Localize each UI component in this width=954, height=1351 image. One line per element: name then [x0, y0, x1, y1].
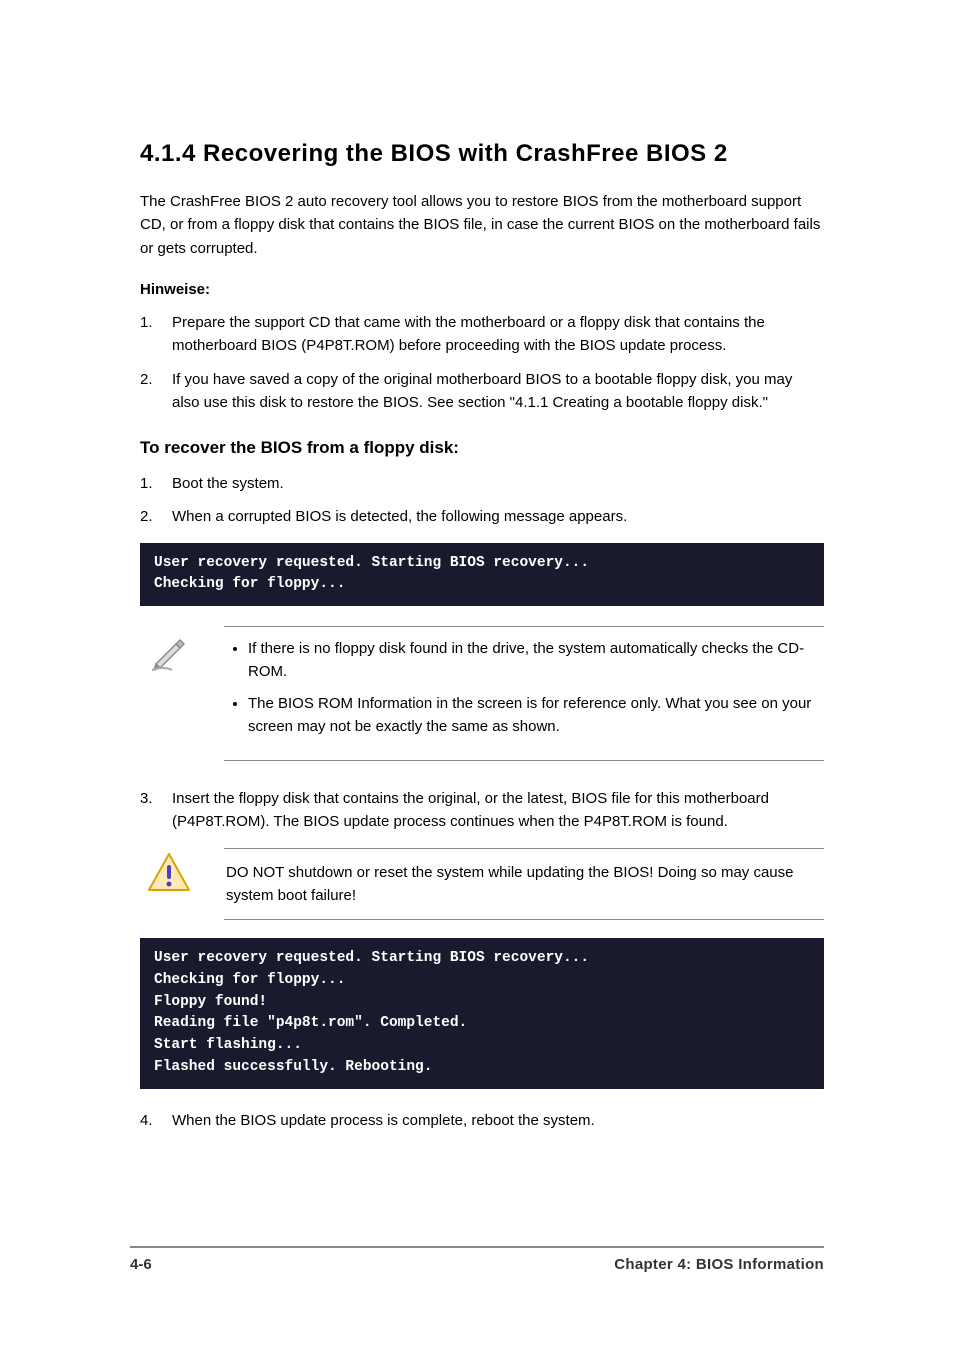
terminal-output: User recovery requested. Starting BIOS r…: [140, 938, 824, 1089]
intro-paragraph: The CrashFree BIOS 2 auto recovery tool …: [140, 190, 824, 260]
step-item: 1. Boot the system.: [140, 472, 824, 495]
pencil-icon: [146, 628, 192, 674]
note-bullet: The BIOS ROM Information in the screen i…: [248, 692, 822, 739]
step-item: 3. Insert the floppy disk that contains …: [140, 787, 824, 834]
warning-text: DO NOT shutdown or reset the system whil…: [224, 848, 824, 921]
section-heading: 4.1.4 Recovering the BIOS with CrashFree…: [140, 140, 824, 168]
subheading-floppy: To recover the BIOS from a floppy disk:: [140, 438, 824, 458]
step-item: 4. When the BIOS update process is compl…: [140, 1109, 824, 1132]
hint-item: 2. If you have saved a copy of the origi…: [140, 368, 824, 415]
note-block: If there is no floppy disk found in the …: [140, 626, 824, 761]
hints-heading: Hinweise:: [140, 278, 824, 301]
warning-icon: [145, 850, 193, 894]
step-item: 2. When a corrupted BIOS is detected, th…: [140, 505, 824, 528]
note-bullet: If there is no floppy disk found in the …: [248, 637, 822, 684]
page-footer: 4-6 Chapter 4: BIOS Information: [130, 1246, 824, 1273]
hint-item: 1. Prepare the support CD that came with…: [140, 311, 824, 358]
chapter-label: Chapter 4: BIOS Information: [614, 1256, 824, 1273]
warning-block: DO NOT shutdown or reset the system whil…: [140, 848, 824, 921]
terminal-output: User recovery requested. Starting BIOS r…: [140, 543, 824, 607]
page-number: 4-6: [130, 1256, 152, 1273]
